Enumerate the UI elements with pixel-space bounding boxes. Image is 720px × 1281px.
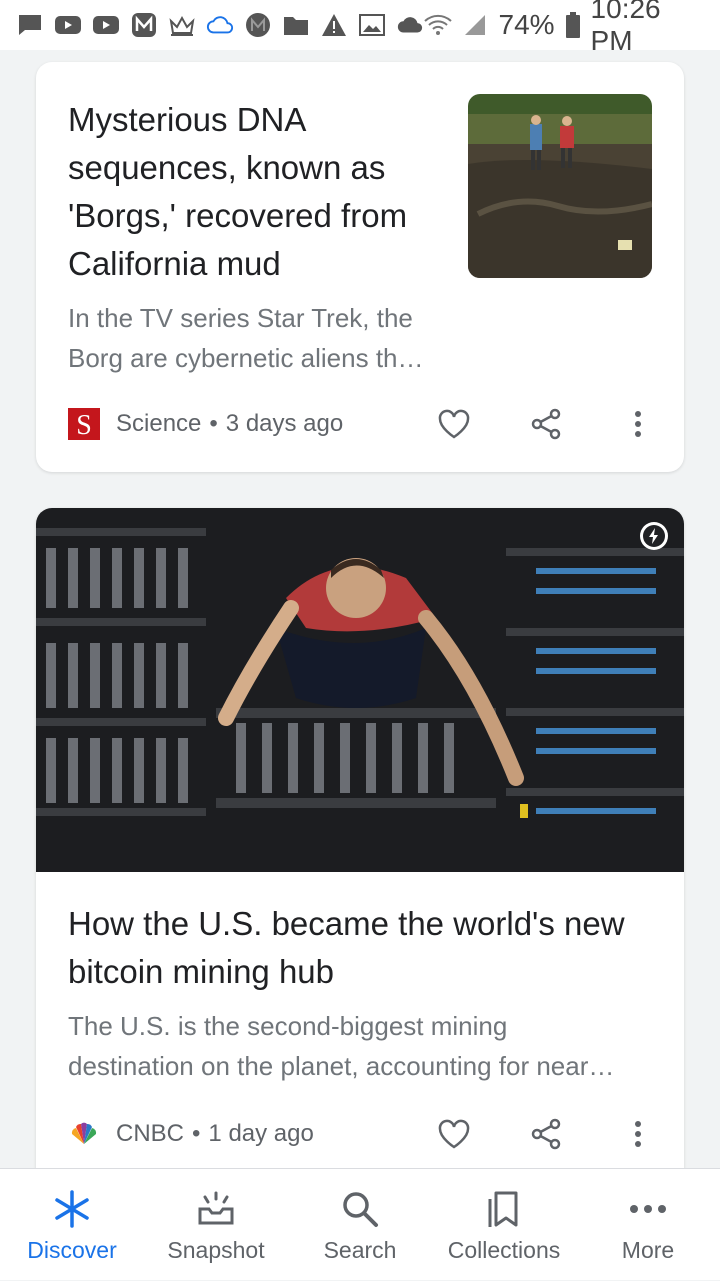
science-logo-icon: S [68,408,100,440]
image-icon [358,11,386,39]
article-snippet: In the TV series Star Trek, the Borg are… [68,298,448,378]
share-icon[interactable] [526,1114,566,1154]
asterisk-icon [50,1187,94,1231]
nav-search[interactable]: Search [292,1169,428,1281]
youtube-icon [92,11,120,39]
warning-icon [320,11,348,39]
article-snippet: The U.S. is the second-biggest mining de… [68,1006,658,1086]
battery-percent: 74% [498,9,555,40]
youtube-icon [54,11,82,39]
meta-separator: • [209,410,218,437]
more-vertical-icon[interactable] [618,404,658,444]
article-title[interactable]: Mysterious DNA sequences, known as 'Borg… [68,96,458,288]
nav-label: Collections [447,1236,561,1263]
card-actions [382,404,658,444]
article-meta: S Science • 3 days ago [68,404,658,444]
nbc-peacock-logo-icon [68,1118,100,1150]
snippet-line: Borg are cybernetic aliens th… [68,343,424,373]
heart-icon[interactable] [434,404,474,444]
field-photo-image [468,94,652,278]
share-icon[interactable] [526,404,566,444]
snippet-line: The U.S. is the second-biggest mining [68,1011,508,1041]
publish-time: 1 day ago [208,1120,314,1147]
battery-icon [565,11,581,39]
nav-collections[interactable]: Collections [436,1169,572,1281]
folder-icon [282,11,310,39]
snapshot-icon [194,1187,238,1231]
article-meta: CNBC • 1 day ago [68,1114,658,1154]
collections-icon [482,1187,526,1231]
nav-label: Snapshot [167,1236,265,1263]
publish-time: 3 days ago [225,410,344,437]
nav-label: Search [323,1236,397,1263]
article-card[interactable]: Mysterious DNA sequences, known as 'Borg… [36,62,684,472]
nav-label: More [621,1236,675,1263]
crown-icon [168,11,196,39]
system-status: 74% 10:26 PM [424,0,704,57]
cloud-icon [396,11,424,39]
bottom-navigation: Discover Snapshot Search Collections Mor… [0,1168,720,1280]
article-thumbnail[interactable] [468,94,652,278]
cloud-outline-icon [206,11,234,39]
snippet-line: destination on the planet, accounting fo… [68,1051,615,1081]
clock: 10:26 PM [590,0,661,56]
nav-snapshot[interactable]: Snapshot [148,1169,284,1281]
message-icon [16,11,44,39]
nav-more[interactable]: More [580,1169,716,1281]
article-card[interactable]: How the U.S. became the world's new bitc… [36,508,684,1168]
heart-icon[interactable] [434,1114,474,1154]
wifi-icon [424,11,452,39]
m-app-icon [130,11,158,39]
discover-feed[interactable]: Mysterious DNA sequences, known as 'Borg… [0,50,720,1168]
card-actions [382,1114,658,1154]
nav-discover[interactable]: Discover [4,1169,140,1281]
more-vertical-icon[interactable] [618,1114,658,1154]
mining-rig-photo-image [36,508,684,872]
article-title[interactable]: How the U.S. became the world's new bitc… [68,900,658,996]
source-name[interactable]: CNBC [116,1120,184,1148]
article-hero-image[interactable] [36,508,684,872]
meta-separator: • [192,1120,201,1147]
status-bar: 74% 10:26 PM [0,0,720,56]
m-circle-icon [244,11,272,39]
nav-label: Discover [27,1236,117,1263]
signal-icon [462,11,489,39]
amp-lightning-icon [640,522,668,550]
snippet-line: In the TV series Star Trek, the [68,303,413,333]
source-name[interactable]: Science [116,410,201,438]
more-horizontal-icon [626,1187,670,1231]
search-icon [338,1187,382,1231]
notification-icons [16,11,424,39]
logo-letter: S [76,410,92,440]
